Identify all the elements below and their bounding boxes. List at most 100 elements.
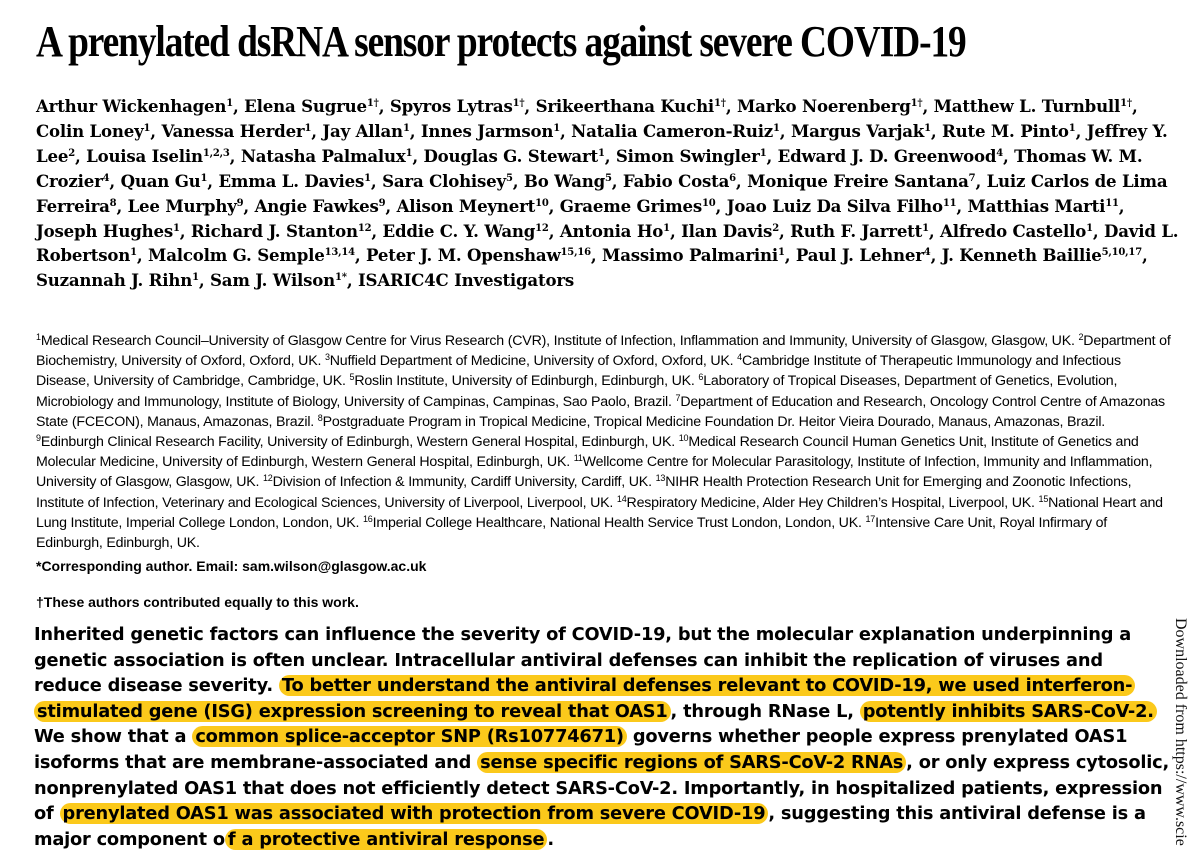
author-affiliation-marker: 1 — [364, 172, 371, 184]
abstract-text: Inherited genetic factors can influence … — [34, 622, 1172, 852]
author-name: Bo Wang — [523, 170, 605, 191]
author: Suzannah J. Rihn1 — [36, 270, 199, 290]
author-name: Paul J. Lehner — [795, 245, 924, 266]
author-name: Richard J. Stanton — [190, 220, 358, 241]
author-affiliation-marker: 1 — [597, 147, 605, 159]
affiliation: 14Respiratory Medicine, Alder Hey Childr… — [617, 494, 1035, 511]
author: Rute M. Pinto1 — [942, 121, 1076, 141]
equal-contribution-note: †These authors contributed equally to th… — [36, 594, 359, 610]
author-affiliation-marker: 1† — [910, 98, 923, 109]
author-name: Louisa Iselin — [86, 145, 203, 166]
author-name: Matthew L. Turnbull — [933, 96, 1121, 116]
author-affiliation-marker: 1 — [402, 122, 410, 134]
author: Louisa Iselin1,2,3 — [86, 146, 230, 166]
affiliation-number: 10 — [678, 433, 689, 444]
affiliation-text: Imperial College Healthcare, National He… — [372, 514, 862, 531]
affiliation-text: Medical Research Council–University of G… — [40, 333, 1075, 349]
author-affiliation-marker: 1† — [1120, 98, 1132, 109]
author: Massimo Palmarini1 — [602, 245, 785, 265]
highlighted-text: sense specific regions of SARS-CoV-2 RNA… — [477, 751, 907, 773]
author: Colin Loney1 — [36, 121, 150, 141]
author-name: Sam J. Wilson — [210, 270, 336, 291]
author-name: Angie Fawkes — [254, 195, 379, 216]
highlighted-text: prenylated OAS1 was associated with prot… — [59, 803, 769, 825]
author-name: Antonia Ho — [559, 220, 664, 241]
article-title: A prenylated dsRNA sensor protects again… — [36, 16, 967, 66]
affiliation: 5Roslin Institute, University of Edinbur… — [350, 373, 695, 390]
author-affiliation-marker: 1 — [1086, 222, 1093, 234]
author-name: Massimo Palmarini — [602, 245, 778, 266]
author-affiliation-marker: 4 — [996, 147, 1003, 159]
author-name: Marko Noerenberg — [736, 96, 911, 116]
author: ISARIC4C Investigators — [358, 270, 574, 290]
author-list: Arthur Wickenhagen1, Elena Sugrue1†, Spy… — [36, 96, 1179, 291]
author: Antonia Ho1 — [560, 221, 670, 241]
author-name: Vanessa Herder — [161, 120, 305, 141]
affiliation-text: Nuffield Department of Medicine, Univers… — [329, 353, 734, 370]
author-affiliation-marker: 1† — [512, 98, 525, 109]
affiliation-text: Respiratory Medicine, Alder Hey Children… — [626, 494, 1035, 511]
author-name: Emma L. Davies — [218, 170, 365, 191]
author-name: Graeme Grimes — [559, 195, 702, 216]
affiliation: 3Nuffield Department of Medicine, Univer… — [325, 353, 734, 370]
author-affiliation-marker: 9 — [236, 197, 244, 209]
affiliation-number: 11 — [573, 453, 583, 464]
abstract-segment: . — [547, 828, 554, 850]
author: Ilan Davis2 — [681, 221, 779, 241]
author-affiliation-marker: 4 — [923, 247, 931, 259]
author-name: Arthur Wickenhagen — [36, 96, 227, 116]
author: Lee Murphy9 — [128, 196, 244, 216]
author: Vanessa Herder1 — [161, 121, 311, 141]
author-name: Matthias Marti — [967, 195, 1106, 216]
author: Arthur Wickenhagen1 — [36, 96, 233, 116]
author-name: Sara Clohisey — [382, 170, 506, 191]
author-name: Elena Sugrue — [244, 96, 367, 116]
author-affiliation-marker: 1 — [777, 247, 785, 259]
author-name: Alison Meynert — [396, 195, 536, 216]
author-affiliation-marker: 10 — [702, 197, 716, 209]
abstract-segment: We show that a — [34, 726, 193, 748]
author: Richard J. Stanton12 — [190, 220, 372, 241]
author-affiliation-marker: 13,14 — [324, 247, 356, 259]
author-name: Alfredo Castello — [940, 220, 1087, 241]
author-affiliation-marker: 1† — [714, 98, 726, 109]
author-name: Natasha Palmalux — [240, 145, 406, 166]
author: Joao Luiz Da Silva Filho11 — [727, 196, 957, 216]
author-affiliation-marker: 1 — [1068, 122, 1076, 134]
corresponding-author-note: *Corresponding author. Email: sam.wilson… — [36, 558, 427, 574]
author-affiliation-marker: 10 — [535, 197, 549, 209]
author: Joseph Hughes1 — [36, 221, 180, 241]
affiliation-number: 12 — [263, 473, 273, 484]
author-affiliation-marker: 15,16 — [560, 247, 592, 259]
author-affiliation-marker: 1 — [922, 222, 929, 234]
affiliation-number: 13 — [655, 473, 666, 484]
author-affiliation-marker: 9 — [378, 197, 386, 209]
author: Simon Swingler1 — [616, 146, 767, 166]
author: Innes Jarmson1 — [421, 121, 560, 141]
author-affiliation-marker: 5 — [505, 172, 513, 184]
author-name: Peter J. M. Openshaw — [366, 245, 561, 266]
author: Sara Clohisey5 — [382, 171, 513, 191]
author: J. Kenneth Baillie5,10,17 — [942, 245, 1142, 265]
download-watermark-text: Downloaded from https://www.scie — [1172, 618, 1189, 846]
author-affiliation-marker: 1 — [130, 247, 137, 259]
author-affiliation-marker: 1 — [304, 122, 312, 134]
author-name: Srikeerthana Kuchi — [535, 96, 715, 116]
author: Matthias Marti11 — [968, 196, 1119, 216]
author: Eddie C. Y. Wang12 — [383, 221, 549, 241]
author: Alfredo Castello1 — [940, 221, 1093, 241]
author: Peter J. M. Openshaw15,16 — [366, 245, 591, 265]
abstract-segment: , through RNase L, — [670, 700, 860, 722]
author-affiliation-marker: 1 — [759, 147, 767, 159]
author-name: Quan Gu — [120, 170, 201, 191]
author-name: Malcolm G. Semple — [148, 245, 325, 266]
author-name: Innes Jarmson — [420, 120, 554, 141]
author-name: J. Kenneth Baillie — [941, 245, 1102, 266]
author-name: Ilan Davis — [681, 220, 773, 241]
author-affiliation-marker: 1,2,3 — [202, 147, 230, 159]
author-affiliation-marker: 1 — [663, 222, 670, 234]
author: Matthew L. Turnbull1† — [933, 96, 1133, 116]
author: Edward J. D. Greenwood4 — [778, 146, 1004, 166]
highlighted-text: common splice-acceptor SNP (Rs10774671) — [192, 726, 627, 748]
author-name: Natalia Cameron-Ruiz — [571, 120, 774, 141]
